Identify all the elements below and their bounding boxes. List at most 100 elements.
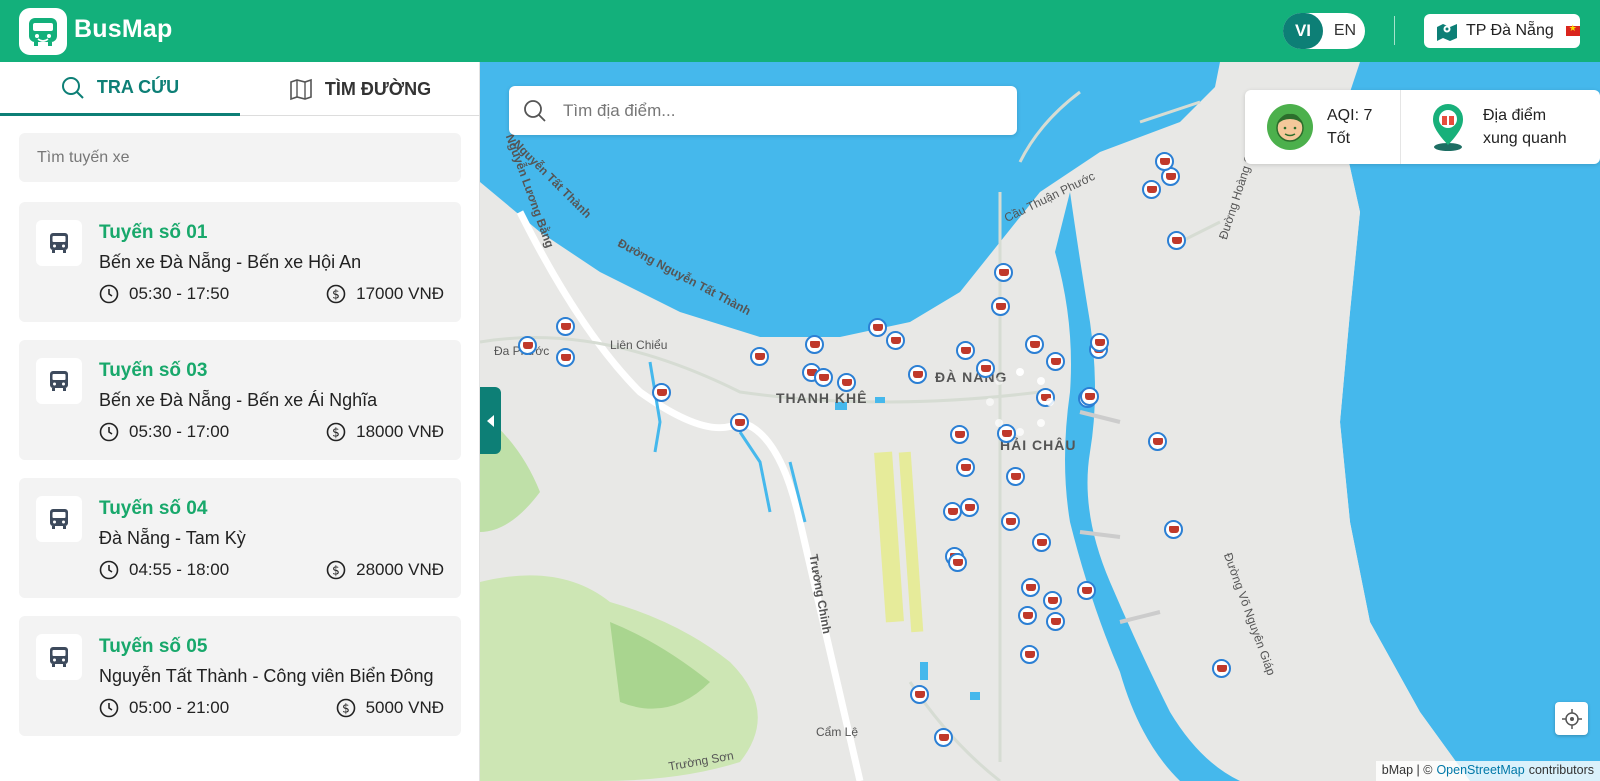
map-label-cam-le: Cẩm Lệ <box>816 725 859 739</box>
place-search-input[interactable] <box>563 100 983 121</box>
dollar-icon: $ <box>326 284 346 304</box>
dollar-icon: $ <box>326 422 346 442</box>
bus-stop-marker[interactable] <box>1148 432 1167 451</box>
map-view[interactable]: ĐÀ NẴNG HẢI CHÂU THANH KHÊ Liên Chiểu Cẩ… <box>480 62 1600 781</box>
bus-stop-marker[interactable] <box>1025 335 1044 354</box>
tab-tim-duong[interactable]: TÌM ĐƯỜNG <box>240 62 480 116</box>
bus-stop-marker[interactable] <box>950 425 969 444</box>
dollar-icon: $ <box>326 560 346 580</box>
route-search-input[interactable] <box>19 133 461 182</box>
bus-stop-marker[interactable] <box>1032 533 1051 552</box>
bus-stop-marker[interactable] <box>1077 581 1096 600</box>
map-label-thanh-khe: THANH KHÊ <box>776 390 868 406</box>
bus-stop-marker[interactable] <box>956 341 975 360</box>
bus-icon <box>50 647 68 667</box>
bus-stop-marker[interactable] <box>652 383 671 402</box>
bus-stop-marker[interactable] <box>948 553 967 572</box>
route-time: 05:30 - 17:50 <box>99 284 229 304</box>
bus-stop-marker[interactable] <box>1155 152 1174 171</box>
bus-stop-marker[interactable] <box>1001 512 1020 531</box>
bus-stop-marker[interactable] <box>1018 606 1037 625</box>
attribution-prefix: bMap | © <box>1381 763 1433 777</box>
aqi-status: Tốt <box>1327 130 1351 147</box>
bus-stop-marker[interactable] <box>991 297 1010 316</box>
bus-stop-marker[interactable] <box>805 335 824 354</box>
bus-stop-marker[interactable] <box>934 728 953 747</box>
map-info-panel: AQI: 7 Tốt Địa điểm xung quanh <box>1245 90 1600 164</box>
bus-stop-marker[interactable] <box>1090 333 1109 352</box>
bus-icon <box>50 233 68 253</box>
locate-me-button[interactable] <box>1555 702 1588 735</box>
bus-stop-marker[interactable] <box>814 368 833 387</box>
bus-icon <box>50 509 68 529</box>
top-bar: BusMap VI EN TP Đà Nẵng <box>0 0 1600 62</box>
clock-icon <box>99 284 119 304</box>
route-title: Tuyến số 03 <box>99 360 208 381</box>
bus-stop-marker[interactable] <box>1020 645 1039 664</box>
bus-stop-marker[interactable] <box>956 458 975 477</box>
brand-name: BusMap <box>74 15 173 43</box>
bus-stop-marker[interactable] <box>518 336 537 355</box>
bus-stop-marker[interactable] <box>868 318 887 337</box>
tab-label: TRA CỨU <box>96 77 180 97</box>
clock-icon <box>99 698 119 718</box>
bus-stop-marker[interactable] <box>1142 180 1161 199</box>
openstreetmap-link[interactable]: OpenStreetMap <box>1436 763 1524 779</box>
aqi-text: AQI: 7 Tốt <box>1327 104 1372 150</box>
clock-icon <box>99 560 119 580</box>
bus-stop-marker[interactable] <box>908 365 927 384</box>
route-card[interactable]: Tuyến số 04 Đà Nẵng - Tam Kỳ 04:55 - 18:… <box>19 478 461 598</box>
bus-stop-marker[interactable] <box>960 498 979 517</box>
tab-tra-cuu[interactable]: TRA CỨU <box>0 62 240 116</box>
lang-vi-button[interactable]: VI <box>1283 13 1323 49</box>
bus-stop-marker[interactable] <box>994 263 1013 282</box>
crosshair-icon <box>1561 708 1582 729</box>
bus-stop-marker[interactable] <box>1080 387 1099 406</box>
bus-stop-marker[interactable] <box>1164 520 1183 539</box>
bus-stop-marker[interactable] <box>730 413 749 432</box>
lang-en-button[interactable]: EN <box>1325 13 1365 49</box>
bus-stop-marker[interactable] <box>556 348 575 367</box>
city-selector-button[interactable]: TP Đà Nẵng <box>1424 14 1580 48</box>
nearby-line2: xung quanh <box>1483 130 1567 147</box>
bus-stop-marker[interactable] <box>1167 231 1186 250</box>
bus-stop-marker[interactable] <box>837 373 856 392</box>
bus-stop-marker[interactable] <box>1021 578 1040 597</box>
bus-stop-marker[interactable] <box>886 331 905 350</box>
bus-stop-marker[interactable] <box>910 685 929 704</box>
bus-icon-box <box>36 496 82 542</box>
nearby-places-button[interactable]: Địa điểm xung quanh <box>1401 90 1600 164</box>
route-card[interactable]: Tuyến số 03 Bến xe Đà Nẵng - Bến xe Ái N… <box>19 340 461 460</box>
nearby-text: Địa điểm xung quanh <box>1483 104 1567 150</box>
bus-icon-box <box>36 634 82 680</box>
route-time: 05:00 - 21:00 <box>99 698 229 718</box>
route-price: $ 17000 VNĐ <box>326 284 444 304</box>
attribution-suffix: contributors <box>1528 763 1594 777</box>
busmap-logo[interactable] <box>19 8 67 55</box>
aqi-widget[interactable]: AQI: 7 Tốt <box>1245 90 1400 164</box>
bus-icon <box>50 371 68 391</box>
bus-stop-marker[interactable] <box>1046 612 1065 631</box>
route-time: 04:55 - 18:00 <box>99 560 229 580</box>
bus-stop-marker[interactable] <box>1212 659 1231 678</box>
search-icon <box>524 99 546 122</box>
vietnam-flag-icon <box>1565 23 1580 36</box>
bus-logo-icon <box>29 17 57 46</box>
sidebar-collapse-button[interactable] <box>480 387 501 454</box>
route-price: $ 18000 VNĐ <box>326 422 444 442</box>
route-price-value: 5000 VNĐ <box>365 698 444 717</box>
route-card[interactable]: Tuyến số 01 Bến xe Đà Nẵng - Bến xe Hội … <box>19 202 461 322</box>
route-map-icon <box>290 78 312 101</box>
bus-stop-marker[interactable] <box>943 502 962 521</box>
language-toggle[interactable]: VI EN <box>1283 13 1365 49</box>
svg-text:$: $ <box>332 426 340 440</box>
bus-stop-marker[interactable] <box>1006 467 1025 486</box>
route-price: $ 5000 VNĐ <box>336 698 444 718</box>
place-search-box[interactable] <box>509 86 1017 135</box>
bus-stop-marker[interactable] <box>1043 591 1062 610</box>
route-name: Nguyễn Tất Thành - Công viên Biển Đông <box>99 666 434 686</box>
bus-stop-marker[interactable] <box>750 347 769 366</box>
route-card[interactable]: Tuyến số 05 Nguyễn Tất Thành - Công viên… <box>19 616 461 736</box>
route-name: Đà Nẵng - Tam Kỳ <box>99 528 246 548</box>
bus-stop-marker[interactable] <box>556 317 575 336</box>
